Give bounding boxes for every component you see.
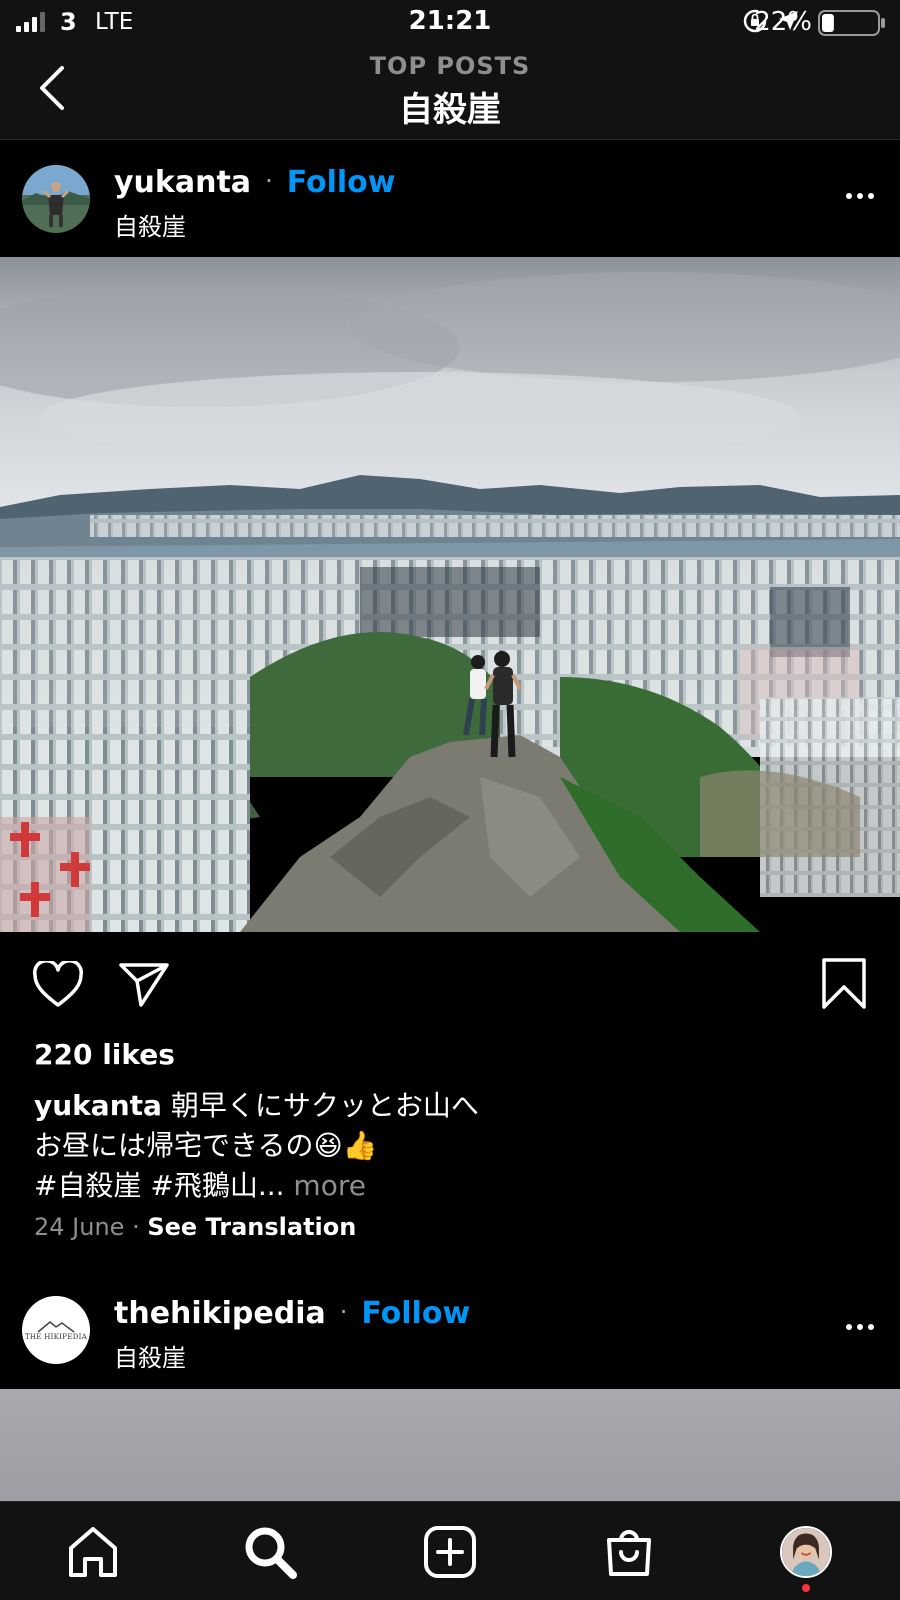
caption-hashtags[interactable]: #自殺崖 #飛鵝山...	[34, 1169, 285, 1202]
page-title: 自殺崖	[399, 90, 501, 130]
shop-icon[interactable]	[597, 1520, 661, 1584]
post-location[interactable]: 自殺崖	[114, 207, 186, 242]
add-post-icon[interactable]	[418, 1520, 482, 1584]
avatar[interactable]: THE HIKIPEDIA	[22, 1296, 90, 1364]
caption-username[interactable]: yukanta	[34, 1089, 162, 1122]
bottom-tab-bar	[0, 1501, 900, 1600]
search-icon[interactable]	[238, 1520, 302, 1584]
post-actions	[0, 955, 900, 1015]
avatar-logo-text: THE HIKIPEDIA	[24, 1333, 88, 1341]
post-image[interactable]	[0, 1389, 900, 1501]
battery-percent: 22%	[754, 7, 812, 37]
likes-count[interactable]: 220 likes	[34, 1038, 175, 1071]
more-options-icon[interactable]	[846, 1324, 874, 1330]
caption-more-link[interactable]: more	[285, 1169, 366, 1202]
home-icon[interactable]	[61, 1520, 125, 1584]
header-subtitle: TOP POSTS	[369, 52, 531, 80]
paper-plane-icon[interactable]	[118, 961, 170, 1009]
post-meta: 24 June · See Translation	[34, 1213, 356, 1241]
profile-avatar[interactable]	[780, 1526, 832, 1578]
post-username[interactable]: thehikipedia	[114, 1296, 326, 1331]
caption-text-line2: お昼には帰宅できるの😆👍	[34, 1129, 378, 1162]
heart-icon[interactable]	[32, 961, 84, 1009]
notification-dot	[802, 1584, 810, 1592]
separator-dot: ·	[265, 167, 273, 195]
follow-button[interactable]: Follow	[361, 1296, 470, 1331]
follow-button[interactable]: Follow	[287, 165, 396, 200]
post-date: 24 June	[34, 1213, 125, 1241]
top-bar: TOP POSTS 自殺崖	[0, 44, 900, 140]
caption-text-line1: 朝早くにサクッとお山へ	[161, 1089, 479, 1122]
post-header: yukanta · Follow 自殺崖	[0, 141, 900, 257]
more-options-icon[interactable]	[846, 193, 874, 199]
post-username[interactable]: yukanta	[114, 165, 251, 200]
battery-icon	[818, 10, 885, 36]
separator-dot: ·	[339, 1298, 348, 1326]
meta-separator: ·	[124, 1213, 148, 1241]
bookmark-icon[interactable]	[820, 957, 868, 1011]
see-translation-link[interactable]: See Translation	[147, 1213, 356, 1241]
status-bar: 3 LTE 21:21 22%	[0, 0, 900, 44]
post-header: THE HIKIPEDIA thehikipedia · Follow 自殺崖	[0, 1272, 900, 1388]
post-image[interactable]	[0, 257, 900, 932]
mountain-logo-icon	[37, 1321, 75, 1333]
avatar[interactable]	[22, 165, 90, 233]
post-location[interactable]: 自殺崖	[114, 1338, 186, 1373]
post-caption: yukanta 朝早くにサクッとお山へ お昼には帰宅できるの😆👍 #自殺崖 #飛…	[34, 1086, 854, 1206]
